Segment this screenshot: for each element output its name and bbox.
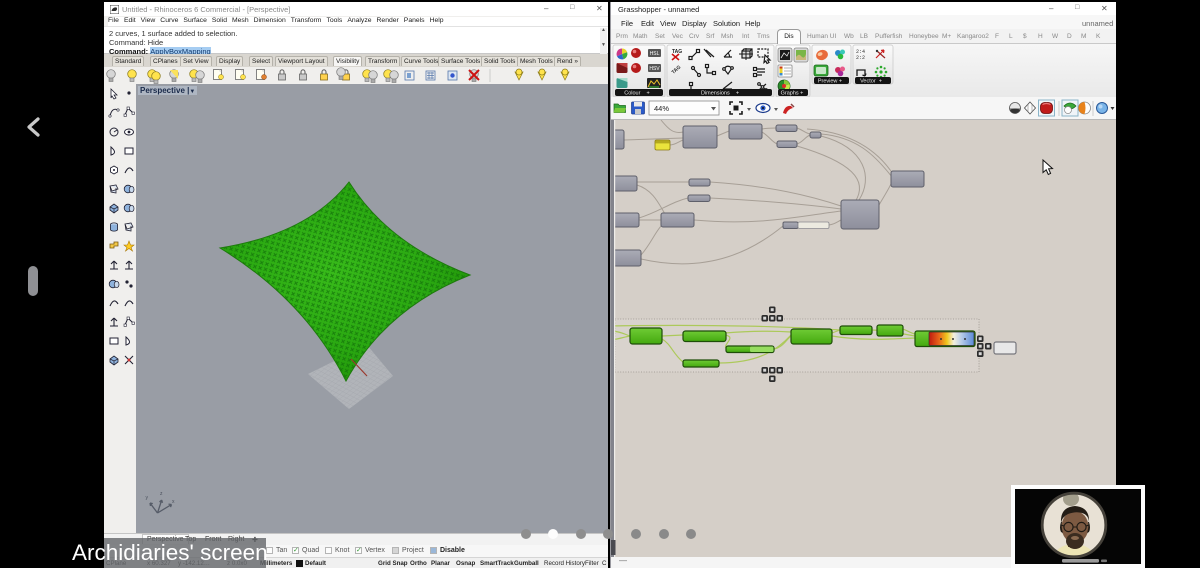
svg-text:y: y — [146, 495, 149, 501]
svg-text:x: x — [172, 499, 175, 505]
svg-text:Preview +: Preview + — [818, 79, 842, 85]
svg-text:Vector +: Vector + — [860, 79, 882, 85]
svg-text:HSV: HSV — [649, 66, 660, 72]
svg-text:HSL: HSL — [650, 51, 660, 57]
svg-text:Graphs +: Graphs + — [781, 91, 804, 97]
svg-text:2:2: 2:2 — [856, 55, 865, 61]
svg-text:TAG: TAG — [672, 49, 682, 55]
svg-text:Colour +: Colour + — [624, 91, 650, 97]
svg-text:Dimensions +: Dimensions + — [701, 91, 739, 97]
svg-text:44%: 44% — [654, 104, 669, 113]
svg-text:z: z — [160, 491, 163, 497]
